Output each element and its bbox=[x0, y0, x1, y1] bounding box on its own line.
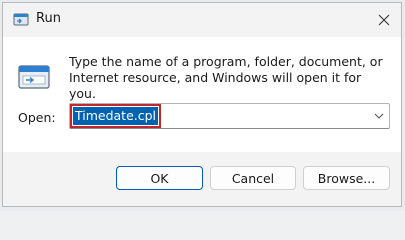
open-input-value[interactable]: Timedate.cpl bbox=[69, 104, 162, 128]
title-bar: Run bbox=[3, 3, 401, 37]
run-program-icon bbox=[18, 65, 50, 89]
dialog-description: Type the name of a program, folder, docu… bbox=[69, 54, 383, 101]
button-bar: OK Cancel Browse... bbox=[3, 152, 401, 206]
open-label: Open: bbox=[18, 110, 56, 125]
close-icon bbox=[378, 14, 390, 26]
run-app-icon bbox=[13, 13, 29, 26]
ok-button[interactable]: OK bbox=[116, 166, 203, 190]
chevron-down-icon[interactable] bbox=[373, 110, 385, 122]
open-combobox[interactable]: Timedate.cpl bbox=[69, 103, 390, 129]
content-area: Type the name of a program, folder, docu… bbox=[3, 37, 401, 152]
window-title: Run bbox=[36, 11, 61, 26]
run-dialog: Run Type the name of a program, folder, … bbox=[2, 2, 402, 207]
close-button[interactable] bbox=[367, 3, 401, 37]
browse-button[interactable]: Browse... bbox=[303, 166, 390, 190]
cancel-button[interactable]: Cancel bbox=[210, 166, 296, 190]
